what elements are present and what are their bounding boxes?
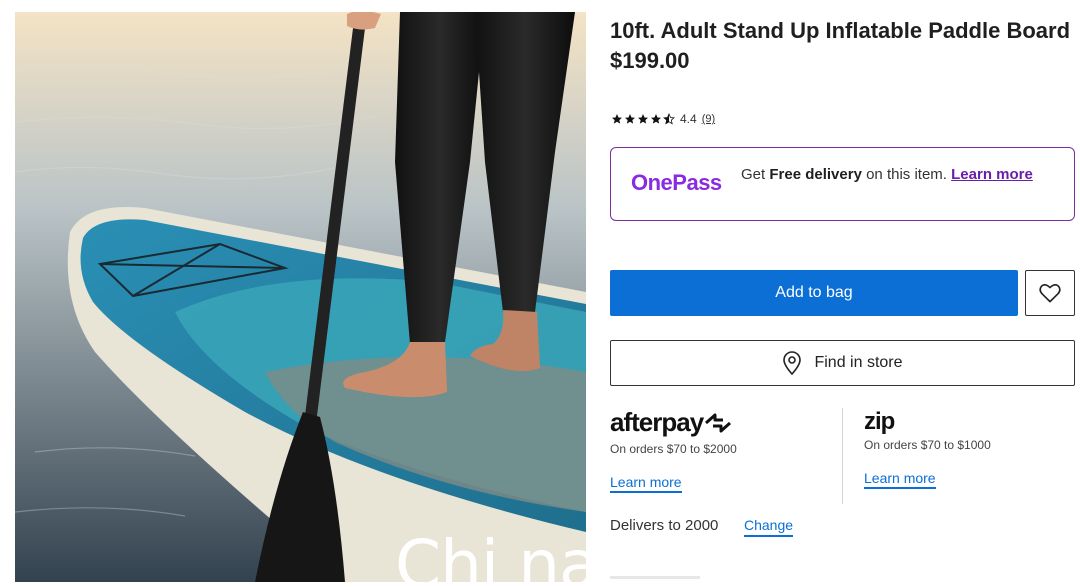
onepass-logo: OnePass bbox=[631, 170, 722, 195]
onepass-text-prefix: Get bbox=[741, 166, 770, 183]
review-count-link[interactable]: (9) bbox=[702, 113, 715, 125]
heart-icon bbox=[1039, 284, 1061, 303]
section-divider bbox=[610, 576, 700, 579]
zip-logo-text: zip bbox=[864, 408, 895, 435]
afterpay-note: On orders $70 to $2000 bbox=[610, 442, 737, 456]
star-full-icon bbox=[638, 114, 648, 124]
afterpay-logo: afterpay bbox=[610, 406, 830, 438]
rating-value: 4.4 bbox=[680, 112, 697, 126]
delivery-location: Delivers to 2000 bbox=[610, 517, 719, 534]
star-rating bbox=[611, 113, 675, 125]
onepass-message: Get Free delivery on this item. Learn mo… bbox=[741, 166, 1051, 184]
change-location-link[interactable]: Change bbox=[744, 517, 794, 537]
afterpay-logo-text: afterpay bbox=[610, 407, 704, 437]
zip-note: On orders $70 to $1000 bbox=[864, 438, 991, 452]
onepass-free-delivery: Free delivery bbox=[769, 166, 862, 183]
star-full-icon bbox=[625, 114, 635, 124]
onepass-learn-more-link[interactable]: Learn more bbox=[951, 166, 1033, 183]
star-full-icon bbox=[651, 114, 661, 124]
watermark-text: Chi na bbox=[395, 526, 586, 583]
star-full-icon bbox=[612, 114, 622, 124]
product-title: 10ft. Adult Stand Up Inflatable Paddle B… bbox=[610, 18, 1071, 43]
product-price: $199.00 bbox=[610, 48, 690, 73]
location-pin-icon bbox=[783, 351, 802, 375]
onepass-banner: OnePass Get Free delivery on this item. … bbox=[610, 147, 1075, 221]
afterpay-arrows-icon bbox=[705, 413, 732, 433]
zip-block: zip On orders $70 to $1000 Learn more bbox=[864, 406, 1074, 489]
find-in-store-button[interactable]: Find in store bbox=[610, 340, 1075, 386]
zip-logo: zip bbox=[864, 406, 1074, 438]
afterpay-learn-more-link[interactable]: Learn more bbox=[610, 474, 682, 493]
zip-learn-more-link[interactable]: Learn more bbox=[864, 470, 936, 489]
rating[interactable]: 4.4 (9) bbox=[611, 110, 715, 128]
afterpay-block: afterpay On orders $70 to $2000 Learn mo… bbox=[610, 406, 830, 493]
add-to-bag-button[interactable]: Add to bag bbox=[610, 270, 1018, 316]
product-photo bbox=[15, 12, 586, 582]
wishlist-button[interactable] bbox=[1025, 270, 1075, 316]
product-image[interactable]: Chi na bbox=[15, 12, 586, 582]
payment-divider bbox=[842, 408, 843, 504]
onepass-text-suffix: on this item. bbox=[861, 166, 947, 183]
star-half-icon bbox=[663, 113, 675, 125]
find-in-store-label: Find in store bbox=[814, 354, 903, 371]
